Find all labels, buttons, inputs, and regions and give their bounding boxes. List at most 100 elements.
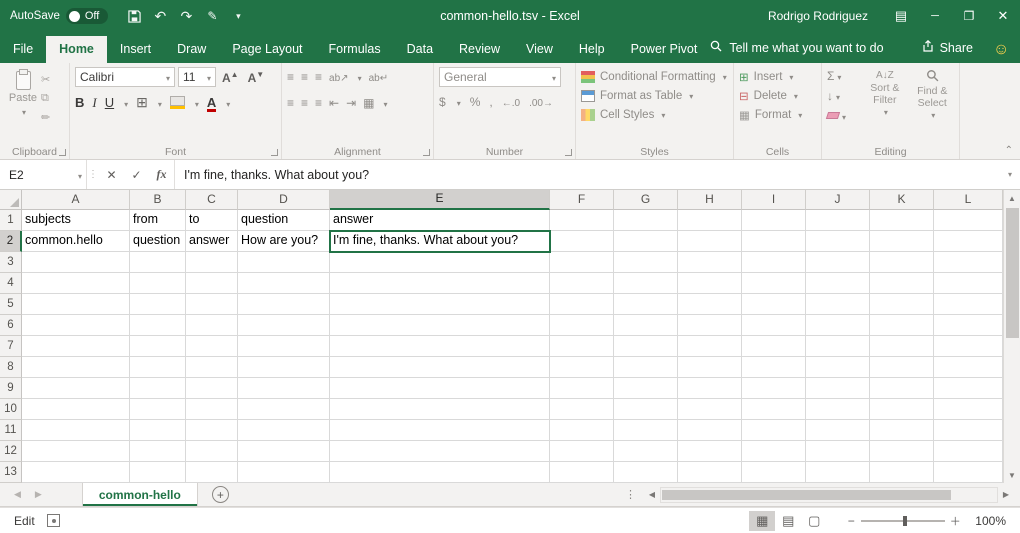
cell-B10[interactable]: [130, 399, 186, 420]
cell-J2[interactable]: [806, 231, 870, 252]
accounting-chevron-icon[interactable]: [455, 95, 461, 109]
zoom-out-icon[interactable]: [841, 514, 861, 528]
cell-A11[interactable]: [22, 420, 130, 441]
cell-I7[interactable]: [742, 336, 806, 357]
cell-K13[interactable]: [870, 462, 934, 483]
cell-J6[interactable]: [806, 315, 870, 336]
sheet-tab-common-hello[interactable]: common-hello: [82, 483, 198, 506]
column-header-F[interactable]: F: [550, 190, 614, 210]
cell-A7[interactable]: [22, 336, 130, 357]
cell-G1[interactable]: [614, 210, 678, 231]
cell-K8[interactable]: [870, 357, 934, 378]
tab-file[interactable]: File: [0, 36, 46, 63]
formula-bar-drag-handle[interactable]: [87, 160, 99, 189]
cell-B6[interactable]: [130, 315, 186, 336]
autosave-toggle[interactable]: AutoSave Off: [10, 8, 108, 24]
cell-J1[interactable]: [806, 210, 870, 231]
share-button[interactable]: Share: [922, 40, 973, 63]
scroll-up-icon[interactable]: [1004, 190, 1020, 206]
next-sheet-icon[interactable]: [35, 489, 42, 500]
cell-G13[interactable]: [614, 462, 678, 483]
row-header-12[interactable]: 12: [0, 441, 22, 462]
column-header-G[interactable]: G: [614, 190, 678, 210]
column-header-A[interactable]: A: [22, 190, 130, 210]
cell-B2[interactable]: question: [130, 231, 186, 252]
cell-H8[interactable]: [678, 357, 742, 378]
cell-B13[interactable]: [130, 462, 186, 483]
vertical-scroll-thumb[interactable]: [1006, 208, 1019, 338]
cell-D11[interactable]: [238, 420, 330, 441]
cell-F10[interactable]: [550, 399, 614, 420]
italic-button[interactable]: I: [92, 95, 96, 111]
row-header-3[interactable]: 3: [0, 252, 22, 273]
cell-A6[interactable]: [22, 315, 130, 336]
cell-F12[interactable]: [550, 441, 614, 462]
tab-formulas[interactable]: Formulas: [316, 36, 394, 63]
zoom-in-icon[interactable]: [945, 513, 965, 529]
insert-cells-button[interactable]: Insert: [739, 67, 816, 86]
cell-L9[interactable]: [934, 378, 1003, 399]
scroll-right-icon[interactable]: [998, 490, 1014, 499]
cell-L4[interactable]: [934, 273, 1003, 294]
row-header-4[interactable]: 4: [0, 273, 22, 294]
autosum-button[interactable]: Σ: [827, 67, 859, 84]
cell-L2[interactable]: [934, 231, 1003, 252]
cell-B3[interactable]: [130, 252, 186, 273]
cell-F7[interactable]: [550, 336, 614, 357]
sheet-bar-splitter-icon[interactable]: [625, 488, 636, 501]
cell-B8[interactable]: [130, 357, 186, 378]
undo-icon[interactable]: [148, 4, 172, 28]
fill-color-icon[interactable]: [170, 96, 185, 106]
cell-H1[interactable]: [678, 210, 742, 231]
cell-H5[interactable]: [678, 294, 742, 315]
cell-C7[interactable]: [186, 336, 238, 357]
horizontal-scrollbar[interactable]: [644, 487, 1014, 503]
cell-L1[interactable]: [934, 210, 1003, 231]
cell-C6[interactable]: [186, 315, 238, 336]
align-left-button[interactable]: [287, 96, 294, 110]
collapse-ribbon-icon[interactable]: [1005, 145, 1013, 156]
cell-B1[interactable]: from: [130, 210, 186, 231]
cell-F3[interactable]: [550, 252, 614, 273]
cell-F6[interactable]: [550, 315, 614, 336]
tab-data[interactable]: Data: [394, 36, 446, 63]
font-dialog-launcher-icon[interactable]: [271, 149, 278, 156]
bold-button[interactable]: B: [75, 95, 84, 110]
row-header-1[interactable]: 1: [0, 210, 22, 231]
tab-help[interactable]: Help: [566, 36, 618, 63]
clear-button[interactable]: [827, 107, 859, 124]
cell-D10[interactable]: [238, 399, 330, 420]
save-icon[interactable]: [122, 4, 146, 28]
column-header-D[interactable]: D: [238, 190, 330, 210]
cell-C2[interactable]: answer: [186, 231, 238, 252]
comma-style-button[interactable]: ,: [489, 95, 492, 109]
cell-I8[interactable]: [742, 357, 806, 378]
number-format-combo[interactable]: General: [439, 67, 561, 87]
cell-G9[interactable]: [614, 378, 678, 399]
cell-H10[interactable]: [678, 399, 742, 420]
merge-center-button[interactable]: [363, 96, 374, 110]
cell-K12[interactable]: [870, 441, 934, 462]
tab-power-pivot[interactable]: Power Pivot: [618, 36, 711, 63]
cell-F11[interactable]: [550, 420, 614, 441]
fill-button[interactable]: [827, 87, 859, 104]
align-center-button[interactable]: [301, 96, 308, 110]
page-layout-view-icon[interactable]: [775, 511, 801, 531]
clipboard-dialog-launcher-icon[interactable]: [59, 149, 66, 156]
column-header-B[interactable]: B: [130, 190, 186, 210]
cell-C8[interactable]: [186, 357, 238, 378]
cell-K1[interactable]: [870, 210, 934, 231]
cell-C10[interactable]: [186, 399, 238, 420]
cell-G11[interactable]: [614, 420, 678, 441]
cell-J11[interactable]: [806, 420, 870, 441]
minimize-icon[interactable]: [918, 0, 952, 32]
name-box[interactable]: E2: [0, 160, 86, 189]
cell-L10[interactable]: [934, 399, 1003, 420]
tab-review[interactable]: Review: [446, 36, 513, 63]
cell-D7[interactable]: [238, 336, 330, 357]
row-header-10[interactable]: 10: [0, 399, 22, 420]
cell-L12[interactable]: [934, 441, 1003, 462]
prev-sheet-icon[interactable]: [14, 489, 21, 500]
cell-A12[interactable]: [22, 441, 130, 462]
cell-G12[interactable]: [614, 441, 678, 462]
